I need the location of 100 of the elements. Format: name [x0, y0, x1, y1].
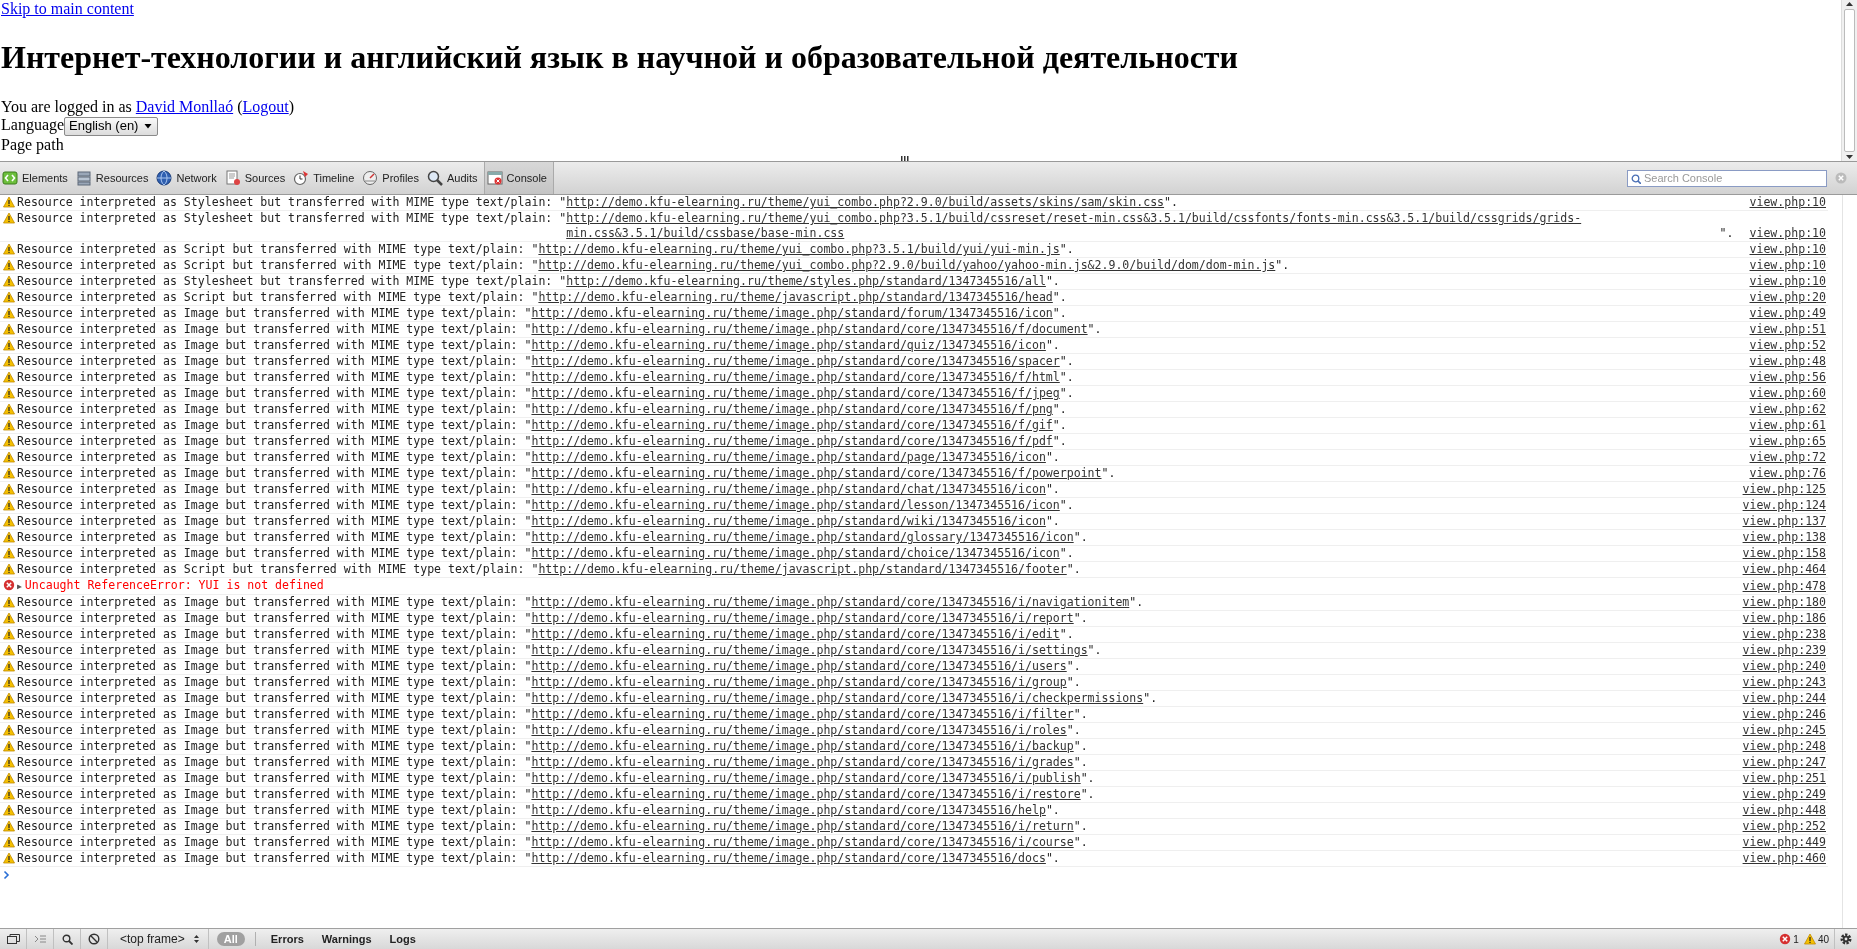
source-link[interactable]: view.php:448: [1742, 803, 1826, 818]
resource-url-link[interactable]: http://demo.kfu-elearning.ru/theme/image.php/standard/core/1347345516/f/gif: [531, 418, 1053, 433]
source-link[interactable]: view.php:124: [1742, 498, 1826, 513]
resource-url-link[interactable]: http://demo.kfu-elearning.ru/theme/image.php/standard/core/1347345516/f/powerpoint: [531, 466, 1102, 481]
resource-url-link[interactable]: http://demo.kfu-elearning.ru/theme/image.php/standard/page/1347345516/icon: [531, 450, 1046, 465]
source-link[interactable]: view.php:137: [1742, 514, 1826, 529]
source-link[interactable]: view.php:60: [1749, 386, 1826, 401]
resource-url-link[interactable]: http://demo.kfu-elearning.ru/theme/javascript.php/standard/1347345516/footer: [538, 562, 1067, 577]
source-link[interactable]: view.php:61: [1749, 418, 1826, 433]
resource-url-link[interactable]: http://demo.kfu-elearning.ru/theme/image.php/standard/core/1347345516/i/restore: [531, 787, 1081, 802]
source-link[interactable]: view.php:48: [1749, 354, 1826, 369]
resource-url-link[interactable]: http://demo.kfu-elearning.ru/theme/image.php/standard/core/1347345516/i/checkpermissions: [531, 691, 1144, 706]
resource-url-link[interactable]: http://demo.kfu-elearning.ru/theme/image.php/standard/core/1347345516/i/roles: [531, 723, 1067, 738]
search-field[interactable]: Search Console: [1627, 169, 1827, 187]
source-link[interactable]: view.php:246: [1742, 707, 1826, 722]
filter-button[interactable]: Errors: [263, 932, 311, 946]
scrollbar[interactable]: [1841, 0, 1857, 161]
panel-tab[interactable]: Timeline: [291, 162, 361, 194]
source-link[interactable]: view.php:138: [1742, 530, 1826, 545]
resource-url-link[interactable]: http://demo.kfu-elearning.ru/theme/image.php/standard/core/1347345516/f/html: [531, 370, 1060, 385]
source-link[interactable]: view.php:10: [1749, 258, 1826, 273]
resource-url-link[interactable]: http://demo.kfu-elearning.ru/theme/image.php/standard/core/1347345516/i/settings: [531, 643, 1088, 658]
resource-url-link[interactable]: http://demo.kfu-elearning.ru/theme/image.php/standard/core/1347345516/f/jpeg: [531, 386, 1060, 401]
source-link[interactable]: view.php:72: [1749, 450, 1826, 465]
resource-url-link[interactable]: http://demo.kfu-elearning.ru/theme/image.php/standard/core/1347345516/i/users: [531, 659, 1067, 674]
source-link[interactable]: view.php:10: [1749, 242, 1826, 257]
source-link[interactable]: view.php:248: [1742, 739, 1826, 754]
skip-link[interactable]: Skip to main content: [1, 0, 134, 17]
prompt-icon[interactable]: [3, 870, 10, 880]
resource-url-link[interactable]: http://demo.kfu-elearning.ru/theme/image.php/standard/choice/1347345516/icon: [531, 546, 1060, 561]
source-link[interactable]: view.php:10: [1749, 195, 1826, 210]
resource-url-link[interactable]: http://demo.kfu-elearning.ru/theme/styles.php/standard/1347345516/all: [566, 274, 1046, 289]
language-select[interactable]: English (en): [64, 116, 159, 136]
source-link[interactable]: view.php:125: [1742, 482, 1826, 497]
expand-toggle[interactable]: ▶: [17, 582, 22, 591]
resource-url-link[interactable]: http://demo.kfu-elearning.ru/theme/image.php/standard/quiz/1347345516/icon: [531, 338, 1046, 353]
panel-tab[interactable]: Resources: [73, 162, 155, 194]
clear-console-icon[interactable]: [88, 933, 100, 945]
source-link[interactable]: view.php:240: [1742, 659, 1826, 674]
panel-tab[interactable]: Sources: [222, 162, 292, 194]
source-link[interactable]: view.php:239: [1742, 643, 1826, 658]
source-link[interactable]: view.php:478: [1742, 579, 1826, 594]
source-link[interactable]: view.php:249: [1742, 787, 1826, 802]
resource-url-link[interactable]: http://demo.kfu-elearning.ru/theme/image.php/standard/core/1347345516/help: [531, 803, 1046, 818]
source-link[interactable]: view.php:56: [1749, 370, 1826, 385]
source-link[interactable]: view.php:449: [1742, 835, 1826, 850]
source-link[interactable]: view.php:238: [1742, 627, 1826, 642]
settings-icon[interactable]: [1839, 932, 1853, 946]
resource-url-link[interactable]: http://demo.kfu-elearning.ru/theme/image.php/standard/core/1347345516/i/publish: [531, 771, 1081, 786]
source-link[interactable]: view.php:158: [1742, 546, 1826, 561]
source-link[interactable]: view.php:460: [1742, 851, 1826, 866]
resource-url-link[interactable]: http://demo.kfu-elearning.ru/theme/image.php/standard/core/1347345516/docs: [531, 851, 1046, 866]
source-link[interactable]: view.php:49: [1749, 306, 1826, 321]
source-link[interactable]: view.php:245: [1742, 723, 1826, 738]
source-link[interactable]: view.php:76: [1749, 466, 1826, 481]
source-link[interactable]: view.php:180: [1742, 595, 1826, 610]
resource-url-link[interactable]: http://demo.kfu-elearning.ru/theme/image.php/standard/wiki/1347345516/icon: [531, 514, 1046, 529]
source-link[interactable]: view.php:186: [1742, 611, 1826, 626]
resource-url-link[interactable]: http://demo.kfu-elearning.ru/theme/image.php/standard/core/1347345516/i/navigationitem: [531, 595, 1130, 610]
source-link[interactable]: view.php:247: [1742, 755, 1826, 770]
logout-link[interactable]: Logout: [242, 98, 289, 115]
resource-url-link[interactable]: http://demo.kfu-elearning.ru/theme/yui_combo.php?3.5.1/build/cssreset/reset-min.css&3.5.1/build/cssfonts/fonts-min.css&3.5.1/build/cssgrids/grids-min.css&3.5.1/build/cssbase/base-min.css: [566, 211, 1720, 241]
source-link[interactable]: view.php:251: [1742, 771, 1826, 786]
resource-url-link[interactable]: http://demo.kfu-elearning.ru/theme/image.php/standard/core/1347345516/f/document: [531, 322, 1088, 337]
resource-url-link[interactable]: http://demo.kfu-elearning.ru/theme/image.php/standard/forum/1347345516/icon: [531, 306, 1053, 321]
resource-url-link[interactable]: http://demo.kfu-elearning.ru/theme/image.php/standard/lesson/1347345516/icon: [531, 498, 1060, 513]
resource-url-link[interactable]: http://demo.kfu-elearning.ru/theme/image.php/standard/core/1347345516/i/report: [531, 611, 1074, 626]
resource-url-link[interactable]: http://demo.kfu-elearning.ru/theme/image.php/standard/core/1347345516/i/group: [531, 675, 1067, 690]
resource-url-link[interactable]: http://demo.kfu-elearning.ru/theme/image.php/standard/chat/1347345516/icon: [531, 482, 1046, 497]
source-link[interactable]: view.php:243: [1742, 675, 1826, 690]
frame-select[interactable]: <top frame>: [108, 929, 209, 949]
resource-url-link[interactable]: http://demo.kfu-elearning.ru/theme/image.php/standard/core/1347345516/i/filter: [531, 707, 1074, 722]
source-link[interactable]: view.php:62: [1749, 402, 1826, 417]
source-link[interactable]: view.php:252: [1742, 819, 1826, 834]
source-link[interactable]: view.php:65: [1749, 434, 1826, 449]
source-link[interactable]: view.php:244: [1742, 691, 1826, 706]
resource-url-link[interactable]: http://demo.kfu-elearning.ru/theme/image.php/standard/core/1347345516/i/grades: [531, 755, 1074, 770]
resource-url-link[interactable]: http://demo.kfu-elearning.ru/theme/image.php/standard/glossary/1347345516/icon: [531, 530, 1074, 545]
user-link[interactable]: David Monllaó: [135, 98, 234, 115]
resource-url-link[interactable]: http://demo.kfu-elearning.ru/theme/image.php/standard/core/1347345516/i/edit: [531, 627, 1060, 642]
panel-tab[interactable]: Profiles: [360, 162, 425, 194]
resource-url-link[interactable]: http://demo.kfu-elearning.ru/theme/javascript.php/standard/1347345516/head: [538, 290, 1053, 305]
source-link[interactable]: view.php:10: [1749, 226, 1826, 241]
panel-tab[interactable]: Console: [483, 162, 554, 194]
panel-tab[interactable]: Audits: [425, 162, 484, 194]
source-link[interactable]: view.php:464: [1742, 562, 1826, 577]
multiline-icon[interactable]: [33, 934, 47, 944]
source-link[interactable]: view.php:10: [1749, 274, 1826, 289]
search-icon[interactable]: [61, 933, 73, 945]
resource-url-link[interactable]: http://demo.kfu-elearning.ru/theme/yui_combo.php?2.9.0/build/yahoo/yahoo-min.js&2.9.0/build/dom/dom-min.js: [538, 258, 1276, 273]
resource-url-link[interactable]: http://demo.kfu-elearning.ru/theme/image.php/standard/core/1347345516/spacer: [531, 354, 1060, 369]
resource-url-link[interactable]: http://demo.kfu-elearning.ru/theme/image.php/standard/core/1347345516/i/course: [531, 835, 1074, 850]
filter-button[interactable]: Warnings: [314, 932, 379, 946]
resource-url-link[interactable]: http://demo.kfu-elearning.ru/theme/image.php/standard/core/1347345516/f/png: [531, 402, 1053, 417]
filter-button[interactable]: Logs: [382, 932, 423, 946]
source-link[interactable]: view.php:52: [1749, 338, 1826, 353]
resource-url-link[interactable]: http://demo.kfu-elearning.ru/theme/image.php/standard/core/1347345516/i/return: [531, 819, 1074, 834]
panel-tab[interactable]: Elements: [0, 162, 74, 194]
resource-url-link[interactable]: http://demo.kfu-elearning.ru/theme/image.php/standard/core/1347345516/f/pdf: [531, 434, 1053, 449]
panel-tab[interactable]: Network: [154, 162, 223, 194]
